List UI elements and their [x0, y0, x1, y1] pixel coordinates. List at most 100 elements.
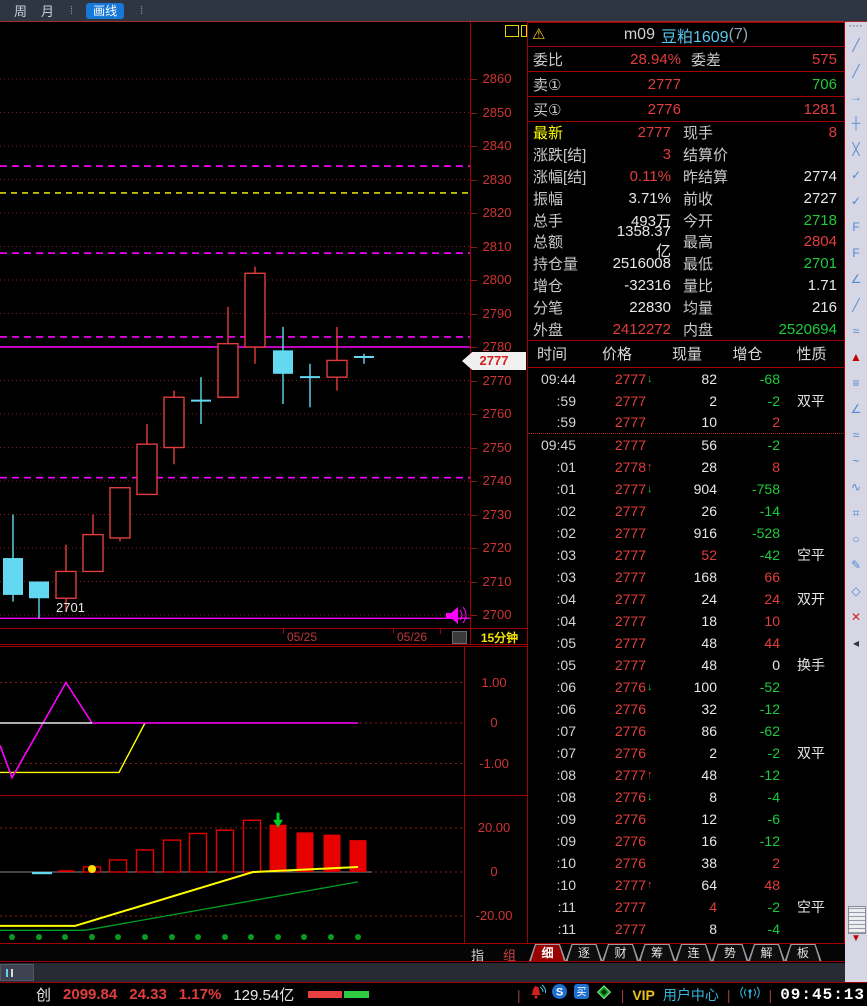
- ask-row[interactable]: 卖① 2777 706: [528, 72, 844, 97]
- fibonacci-icon[interactable]: F: [845, 214, 867, 240]
- advance-decline-bars: [308, 991, 369, 998]
- quote-info-row: 持仓量2516008最低2701: [528, 253, 844, 275]
- time-axis-tick: [283, 629, 284, 634]
- scroll-down-icon[interactable]: ▼: [845, 933, 867, 944]
- check-line-icon[interactable]: ✓: [845, 162, 867, 188]
- tick-volume: 38: [659, 855, 717, 871]
- cross-line-icon[interactable]: ┼: [845, 110, 867, 136]
- tick-volume: 904: [659, 481, 717, 497]
- wave-line-icon[interactable]: ≈: [845, 318, 867, 344]
- shape-tool-icon[interactable]: ◇: [845, 578, 867, 604]
- macd-indicator-pane[interactable]: [0, 795, 464, 944]
- field-value: 1.71: [747, 277, 837, 294]
- tick-column-header[interactable]: 性质: [779, 343, 844, 364]
- strip-grip-icon[interactable]: ▪▪▪▪: [845, 22, 867, 32]
- tick-column-header[interactable]: 增仓: [716, 343, 779, 364]
- tick-volume: 12: [659, 811, 717, 827]
- tick-oi-change: -2: [717, 393, 780, 409]
- index-name[interactable]: 创: [36, 984, 51, 1005]
- tick-time: :59: [528, 393, 576, 409]
- circle-tool-icon[interactable]: ○: [845, 526, 867, 552]
- buy-badge-icon[interactable]: 买: [573, 983, 590, 1006]
- fibonacci-fan-icon[interactable]: F: [845, 240, 867, 266]
- tick-scrollbar-thumb[interactable]: [848, 906, 866, 934]
- detail-tab-板[interactable]: 板: [785, 944, 822, 961]
- scroll-up-icon[interactable]: ▲: [845, 344, 867, 370]
- oscillator-indicator-pane[interactable]: [0, 646, 464, 796]
- tick-direction-icon: ↓: [646, 681, 659, 693]
- cycle-line-icon[interactable]: ≈: [845, 422, 867, 448]
- parallel-lines-icon[interactable]: ≡: [845, 370, 867, 396]
- tick-volume: 100: [659, 679, 717, 695]
- detail-tab-财[interactable]: 财: [602, 944, 639, 961]
- pane-tab-指[interactable]: 指: [471, 945, 484, 964]
- tick-row: :09277612-6: [528, 808, 844, 830]
- tick-time: :11: [528, 899, 576, 915]
- tick-table[interactable]: 09:442777↓82-68:5927772-2双平:59277710209:…: [528, 368, 844, 940]
- angle-line-icon[interactable]: ∠: [845, 266, 867, 292]
- cross-tool-icon[interactable]: ╳: [845, 136, 867, 162]
- user-center-link[interactable]: 用户中心: [663, 985, 719, 1005]
- tick-column-header[interactable]: 现量: [658, 343, 716, 364]
- pane-split-icons[interactable]: [505, 25, 527, 37]
- axis-handle-box[interactable]: [452, 631, 467, 644]
- field-label: 内盘: [671, 319, 747, 340]
- segment-line-icon[interactable]: ╱: [845, 58, 867, 84]
- bid-price: 2776: [603, 101, 681, 118]
- channel-line-icon[interactable]: ╱: [845, 292, 867, 318]
- warning-icon: ⚠: [532, 25, 545, 43]
- tick-volume: 2: [659, 393, 717, 409]
- tick-price: 2777: [576, 613, 646, 629]
- menu-week[interactable]: 周: [14, 1, 27, 20]
- tick-row: :082776↓8-4: [528, 786, 844, 808]
- tick-nature: 换手: [780, 655, 844, 675]
- price-axis-label: 2730: [471, 507, 523, 522]
- grid-tool-icon[interactable]: ⌗: [845, 500, 867, 526]
- detail-tab-筹[interactable]: 筹: [639, 944, 676, 961]
- tick-nature: 空平: [780, 545, 844, 565]
- price-axis-label: 2860: [471, 71, 523, 86]
- detail-tab-连[interactable]: 连: [675, 944, 712, 961]
- tick-time: :10: [528, 877, 576, 893]
- tick-time: :04: [528, 613, 576, 629]
- instrument-title[interactable]: ⚠ m09 豆粕1609 (7): [528, 22, 844, 47]
- diamond-icon[interactable]: [595, 983, 613, 1006]
- draw-line-button[interactable]: 画线: [86, 3, 124, 19]
- tick-direction-icon: ↓: [646, 483, 659, 495]
- maximize-pane-icon[interactable]: [505, 25, 519, 37]
- vip-label[interactable]: VIP: [632, 987, 655, 1003]
- alert-bell-icon[interactable]: [529, 983, 546, 1006]
- s-coin-icon[interactable]: S: [551, 983, 568, 1006]
- delete-drawing-icon[interactable]: ✕: [845, 604, 867, 630]
- gann-fan-icon[interactable]: ∠: [845, 396, 867, 422]
- tick-column-header[interactable]: 时间: [528, 343, 576, 364]
- menu-month[interactable]: 月: [41, 1, 54, 20]
- tick-volume: 48: [659, 657, 717, 673]
- polyline-icon[interactable]: ✓: [845, 188, 867, 214]
- curve-icon[interactable]: ~: [845, 448, 867, 474]
- arrow-line-icon[interactable]: →: [845, 84, 867, 110]
- field-label: 分笔: [533, 297, 607, 318]
- bid-row[interactable]: 买① 2776 1281: [528, 97, 844, 122]
- detail-tab-逐[interactable]: 逐: [566, 944, 603, 961]
- tick-time: :08: [528, 789, 576, 805]
- tick-price: 2777: [576, 481, 646, 497]
- collapse-strip-icon[interactable]: ◂: [845, 630, 867, 656]
- pane-tab-组[interactable]: 组: [503, 945, 516, 964]
- tick-price: 2777: [576, 437, 646, 453]
- scrollbar-thumb[interactable]: [0, 964, 34, 981]
- tick-volume: 168: [659, 569, 717, 585]
- detail-tab-细[interactable]: 细: [529, 944, 566, 961]
- period-selector[interactable]: 15分钟: [470, 629, 528, 644]
- detail-tab-解[interactable]: 解: [748, 944, 785, 961]
- pencil-tool-icon[interactable]: ✎: [845, 552, 867, 578]
- horizontal-scrollbar[interactable]: [0, 963, 845, 982]
- tick-oi-change: 8: [717, 459, 780, 475]
- trend-line-icon[interactable]: ╱: [845, 32, 867, 58]
- candlestick-chart[interactable]: 2701: [0, 22, 470, 628]
- tick-time: :03: [528, 547, 576, 563]
- sine-line-icon[interactable]: ∿: [845, 474, 867, 500]
- detail-tab-势[interactable]: 势: [712, 944, 749, 961]
- tick-column-header[interactable]: 价格: [576, 343, 658, 364]
- weibi-row: 委比 28.94% 委差 575: [528, 47, 844, 72]
